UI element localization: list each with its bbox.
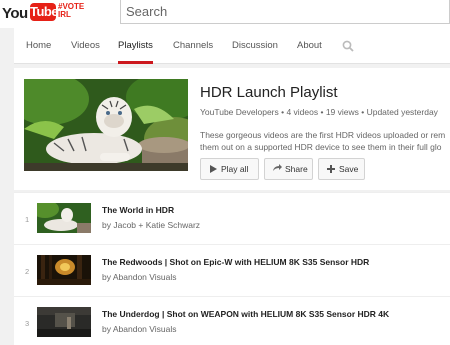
underdog-thumbnail-image	[37, 307, 91, 337]
logo-vote-tag: #VOTE IRL	[58, 3, 84, 19]
playlist-video-list: 1 The World in HDR by Jacob + Katie Schw…	[14, 192, 450, 345]
playlist-title: HDR Launch Playlist	[200, 84, 338, 101]
tab-playlists[interactable]: Playlists	[118, 28, 153, 64]
logo-tube-text: Tube	[30, 3, 59, 21]
video-row[interactable]: 2 The Redwoods | Shot on Epic-W with HEL…	[14, 244, 450, 296]
video-title[interactable]: The Underdog | Shot on WEAPON with HELIU…	[102, 309, 389, 319]
video-thumbnail[interactable]	[37, 307, 91, 337]
play-icon	[210, 165, 217, 173]
playlist-thumbnail[interactable]	[24, 79, 188, 171]
video-thumbnail[interactable]	[37, 255, 91, 285]
magnifier-icon[interactable]	[342, 40, 354, 52]
save-button[interactable]: Save	[318, 158, 365, 180]
search-input[interactable]	[121, 0, 449, 23]
tab-home[interactable]: Home	[26, 28, 51, 64]
video-owner[interactable]: by Abandon Visuals	[102, 324, 177, 334]
video-owner[interactable]: by Jacob + Katie Schwarz	[102, 220, 200, 230]
video-title[interactable]: The World in HDR	[102, 205, 174, 215]
tab-about[interactable]: About	[297, 28, 322, 64]
share-label: Share	[285, 164, 308, 174]
channel-nav: Home Videos Playlists Channels Discussio…	[14, 28, 450, 64]
playlist-description-line1: These gorgeous videos are the first HDR …	[200, 130, 446, 140]
play-all-button[interactable]: Play all	[200, 158, 259, 180]
playlist-meta: YouTube Developers • 4 videos • 19 views…	[200, 107, 438, 117]
masthead: You Tube #VOTE IRL	[0, 0, 450, 28]
youtube-logo[interactable]: You Tube #VOTE IRL	[2, 2, 84, 24]
save-label: Save	[339, 164, 359, 174]
share-button[interactable]: Share	[264, 158, 313, 180]
video-index: 3	[25, 319, 30, 328]
video-row[interactable]: 3 The Underdog | Shot on WEAPON with HEL…	[14, 296, 450, 345]
redwoods-thumbnail-image	[37, 255, 91, 285]
share-icon	[273, 164, 282, 171]
tab-discussion[interactable]: Discussion	[232, 28, 278, 64]
logo-you-text: You	[2, 5, 28, 22]
playlist-header: HDR Launch Playlist YouTube Developers •…	[14, 68, 450, 190]
tab-videos[interactable]: Videos	[71, 28, 100, 64]
white-tiger-thumbnail-image	[37, 203, 91, 233]
logo-tag-line2: IRL	[58, 10, 71, 19]
white-tiger-image	[24, 79, 188, 171]
playlist-description-line2: them out on a supported HDR device to se…	[200, 142, 442, 152]
video-title[interactable]: The Redwoods | Shot on Epic-W with HELIU…	[102, 257, 369, 267]
video-index: 1	[25, 215, 30, 224]
tab-channels[interactable]: Channels	[173, 28, 213, 64]
search-box	[120, 0, 450, 24]
plus-icon	[327, 165, 335, 173]
play-all-label: Play all	[221, 164, 249, 174]
video-owner[interactable]: by Abandon Visuals	[102, 272, 177, 282]
video-index: 2	[25, 267, 30, 276]
playlist-description: These gorgeous videos are the first HDR …	[200, 129, 450, 153]
video-thumbnail[interactable]	[37, 203, 91, 233]
video-row[interactable]: 1 The World in HDR by Jacob + Katie Schw…	[14, 192, 450, 244]
